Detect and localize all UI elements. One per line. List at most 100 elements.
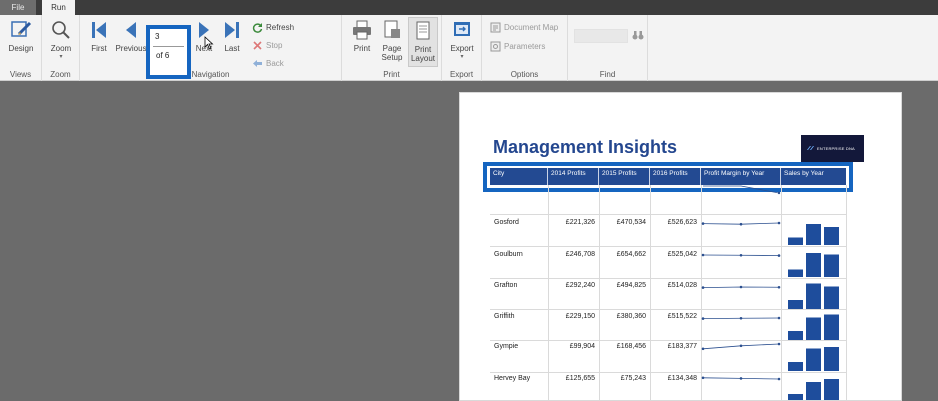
print-button[interactable]: Print [348, 19, 376, 53]
find-group-label: Find [599, 70, 616, 79]
print-group: Print Page Setup Print Layout Print [342, 15, 442, 81]
column-divider [548, 185, 549, 400]
document-map-label: Document Map [504, 23, 559, 32]
sparkline-point [777, 316, 781, 320]
back-arrow-icon [253, 60, 262, 68]
stop-label: Stop [266, 41, 283, 50]
sparkline-point [777, 221, 781, 225]
design-button[interactable]: Design [4, 19, 38, 53]
zoom-label: Zoom [50, 44, 72, 53]
find-input[interactable] [574, 29, 628, 43]
profit-2014-cell: £229,150 [565, 313, 595, 320]
previous-button[interactable]: Previous [114, 19, 148, 53]
city-cell: Griffith [494, 313, 515, 320]
page-setup-label: Page Setup [381, 44, 403, 62]
sparkline-point [739, 344, 743, 348]
previous-page-icon [126, 22, 136, 38]
parameters-button[interactable]: Parameters [490, 40, 545, 53]
sales-bar [824, 347, 839, 371]
refresh-button[interactable]: Refresh [252, 21, 294, 34]
tab-file[interactable]: File [0, 0, 36, 15]
sales-bar [806, 224, 821, 245]
document-map-icon [490, 22, 501, 33]
sparkline-point [739, 285, 743, 289]
profit-2016-cell: £525,042 [667, 251, 697, 258]
current-page-input[interactable]: 3 [155, 32, 159, 41]
sparkline-point [777, 342, 781, 346]
refresh-icon [252, 23, 263, 34]
navigation-group: First Previous Next Last Refresh Stop Ba… [80, 15, 342, 81]
page-total: of 6 [156, 51, 170, 60]
export-icon [454, 22, 470, 36]
column-divider [650, 185, 651, 400]
options-group: Document Map Parameters Options [482, 15, 568, 81]
report-title: Management Insights [493, 137, 678, 157]
views-group: Design Views [0, 15, 42, 81]
magnifier-icon [52, 21, 70, 39]
first-page-icon [92, 22, 106, 38]
previous-row-sparkline [703, 185, 781, 195]
sales-bar-chart [786, 247, 842, 277]
last-button[interactable]: Last [220, 19, 244, 53]
profit-2016-cell: £526,623 [667, 219, 697, 226]
sales-bar [824, 254, 839, 277]
last-page-icon [225, 22, 239, 38]
export-label: Export [450, 44, 474, 53]
print-layout-icon [416, 21, 430, 40]
city-cell: Hervey Bay [494, 375, 531, 382]
first-button[interactable]: First [86, 19, 112, 53]
page-setup-button[interactable]: Page Setup [376, 19, 408, 62]
profit-margin-sparkline [701, 279, 782, 295]
profit-2014-cell: £99,904 [569, 343, 595, 350]
profit-2016-cell: £514,028 [667, 282, 697, 289]
sparkline-point [701, 317, 705, 320]
sales-bar [806, 317, 821, 340]
city-cell: Gosford [494, 219, 519, 226]
profit-2015-cell: £380,360 [616, 313, 646, 320]
profit-2015-cell: £470,534 [616, 219, 646, 226]
profit-margin-sparkline [701, 339, 782, 355]
profit-2016-cell: £515,522 [667, 313, 697, 320]
tab-strip: File Run [0, 0, 938, 15]
print-layout-button[interactable]: Print Layout [408, 17, 438, 67]
sales-bar [824, 286, 839, 309]
binoculars-icon[interactable] [632, 30, 644, 41]
find-group: Find [568, 15, 648, 81]
mouse-cursor-icon [204, 36, 214, 50]
profit-2015-cell: £75,243 [620, 375, 646, 382]
company-logo: ENTERPRISE DNA [801, 135, 864, 162]
export-button[interactable]: Export ▾ [446, 19, 478, 62]
sales-bar-chart [786, 310, 842, 340]
ribbon: Design Views Zoom ▾ Zoom First Previous … [0, 15, 938, 81]
navigation-group-label: Navigation [191, 70, 230, 79]
sparkline-point [701, 376, 705, 380]
zoom-button[interactable]: Zoom ▾ [46, 19, 76, 62]
chevron-down-icon: ▾ [59, 54, 63, 60]
stop-button[interactable]: Stop [252, 39, 282, 52]
back-button[interactable]: Back [252, 57, 284, 70]
design-label: Design [8, 44, 34, 53]
profit-margin-sparkline [701, 310, 782, 326]
sales-bar [824, 379, 839, 400]
document-map-button[interactable]: Document Map [490, 21, 558, 34]
sales-bar [788, 269, 803, 277]
sparkline-point [739, 222, 743, 226]
profit-2014-cell: £292,240 [565, 282, 595, 289]
previous-label: Previous [115, 44, 147, 53]
sales-bar [806, 348, 821, 371]
report-page: Management Insights ENTERPRISE DNA City … [459, 92, 902, 401]
chevron-down-icon: ▾ [460, 54, 464, 60]
tab-run[interactable]: Run [42, 0, 75, 15]
profit-2015-cell: £494,825 [616, 282, 646, 289]
sparkline-point [701, 286, 705, 289]
sparkline-point [777, 377, 781, 381]
column-divider [846, 185, 847, 400]
last-label: Last [224, 44, 240, 53]
zoom-group-label: Zoom [50, 70, 71, 79]
sparkline-point [739, 253, 743, 257]
profit-margin-sparkline [701, 247, 782, 263]
sales-bar [806, 283, 821, 309]
sales-bar [788, 362, 803, 371]
profit-2015-cell: £168,456 [616, 343, 646, 350]
sales-bar [788, 300, 803, 309]
